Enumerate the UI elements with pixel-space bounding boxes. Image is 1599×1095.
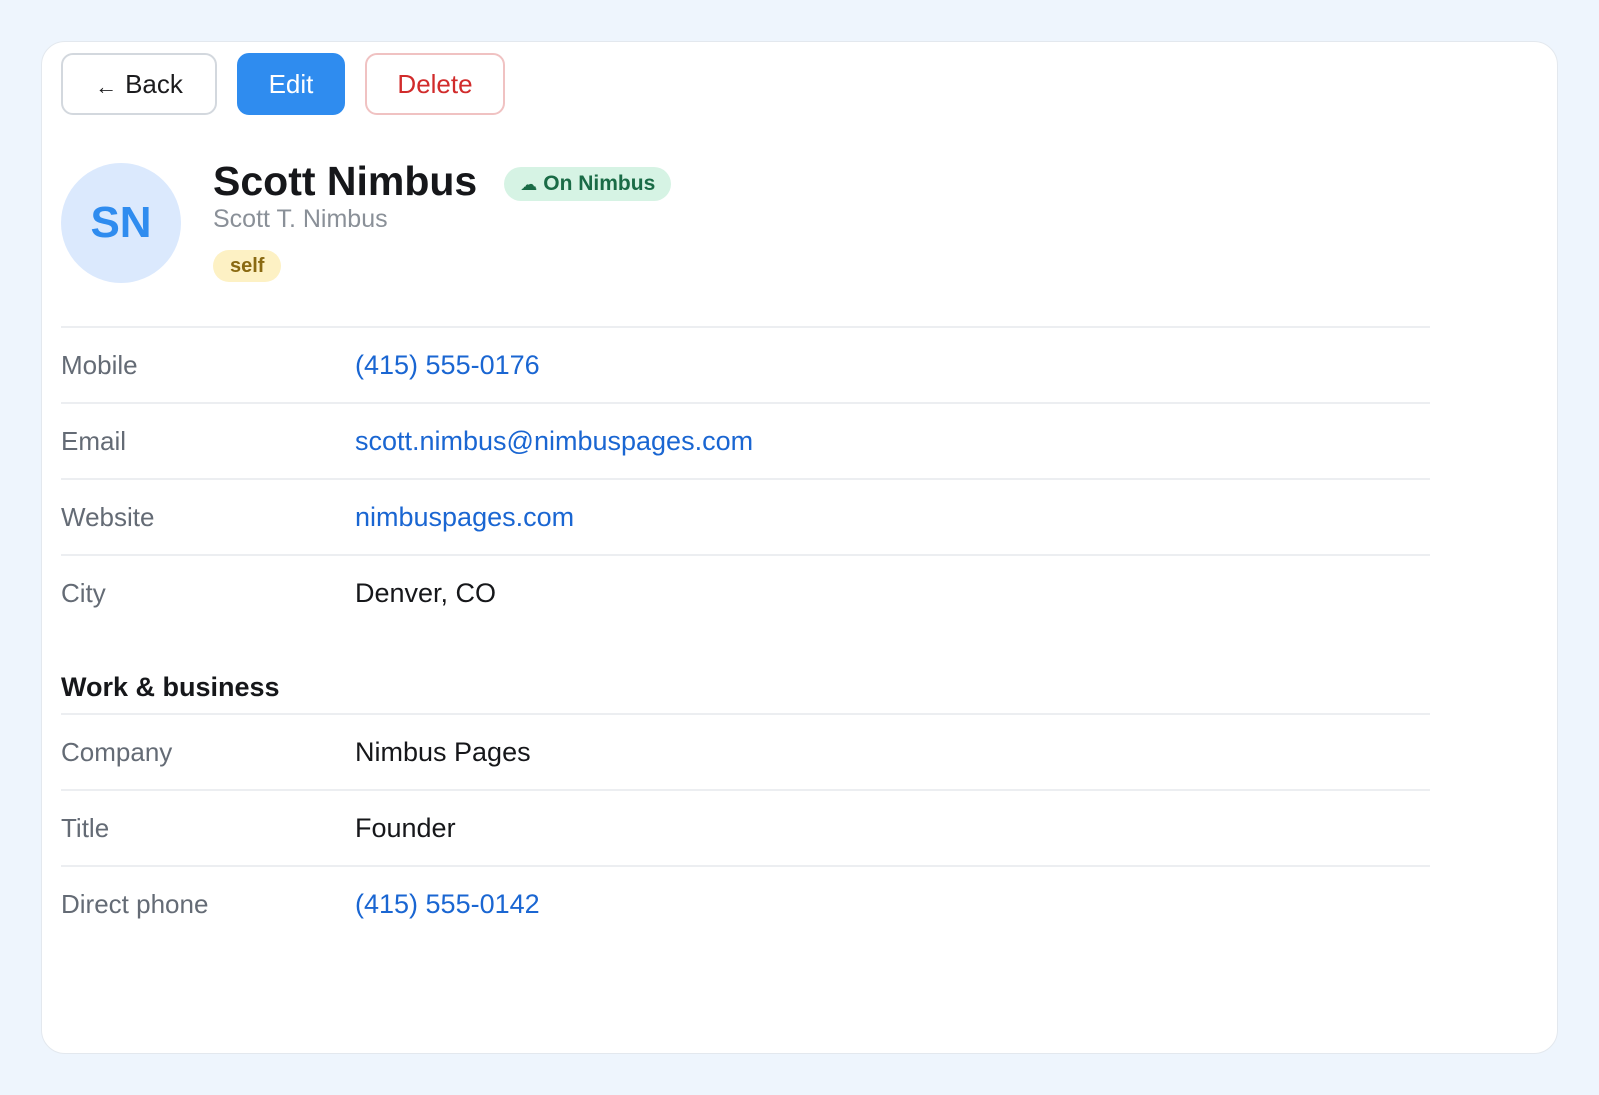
toolbar: ← Back Edit Delete [61,53,505,115]
work-details-list: Company Nimbus Pages Title Founder Direc… [61,713,1430,941]
title-value: Founder [355,812,456,843]
status-badge: ☁ On Nimbus [504,167,672,201]
website-link[interactable]: nimbuspages.com [355,502,574,533]
detail-row-email: Email scott.nimbus@nimbuspages.com [61,402,1430,478]
work-section-title: Work & business [61,672,280,702]
back-button[interactable]: ← Back [61,53,217,115]
cloud-icon: ☁ [520,175,538,194]
back-button-label: Back [125,68,183,99]
detail-row-direct-phone: Direct phone (415) 555-0142 [61,865,1430,941]
direct-phone-link[interactable]: (415) 555-0142 [355,889,540,920]
detail-label: Website [61,501,155,532]
detail-label: Direct phone [61,888,209,919]
avatar: SN [61,163,181,283]
detail-row-city: City Denver, CO [61,554,1430,630]
detail-label: Company [61,736,173,767]
edit-button[interactable]: Edit [237,53,345,115]
delete-button[interactable]: Delete [365,53,505,115]
mobile-link[interactable]: (415) 555-0176 [355,350,540,381]
details-list: Mobile (415) 555-0176 Email scott.nimbus… [61,326,1430,630]
detail-label: Title [61,812,110,843]
detail-row-website: Website nimbuspages.com [61,478,1430,554]
company-value: Nimbus Pages [355,736,531,767]
detail-row-company: Company Nimbus Pages [61,713,1430,789]
contact-name: Scott Nimbus [213,158,478,204]
status-badge-label: On Nimbus [543,172,656,195]
detail-row-title: Title Founder [61,789,1430,865]
back-arrow-icon: ← [95,74,118,99]
detail-label: Email [61,425,127,456]
detail-row-mobile: Mobile (415) 555-0176 [61,326,1430,402]
city-value: Denver, CO [355,577,497,608]
detail-label: Mobile [61,349,138,380]
contact-tag: self [213,250,282,282]
email-link[interactable]: scott.nimbus@nimbuspages.com [355,426,753,457]
contact-full-name: Scott T. Nimbus [213,205,388,233]
detail-label: City [61,577,106,608]
name-row: Scott Nimbus ☁ On Nimbus [213,153,672,209]
